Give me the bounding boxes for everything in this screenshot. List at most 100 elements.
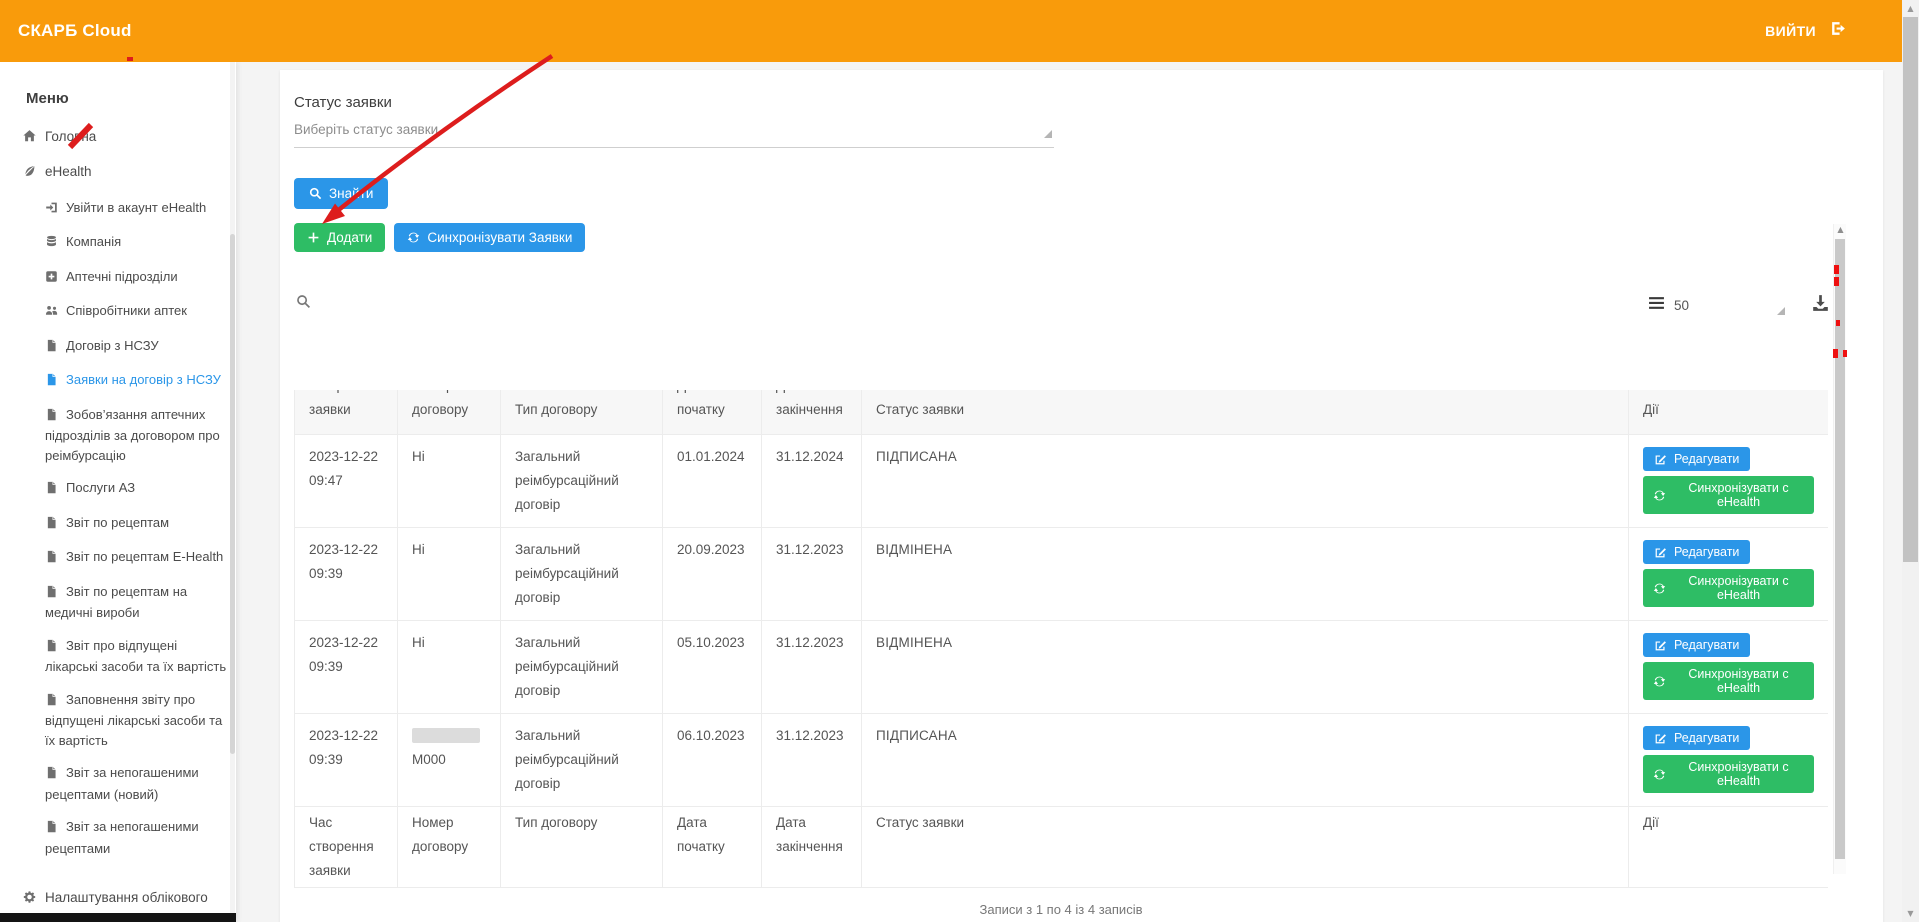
edit-button[interactable]: Редагувати: [1643, 633, 1750, 657]
status-value: ПІДПИСАНА: [876, 728, 957, 743]
sidebar-item-recipes-report-medical[interactable]: Звіт по рецептам на медичні вироби: [0, 582, 236, 623]
sidebar-item-label: Звіт за непогашеними рецептами (новий): [45, 765, 199, 802]
redaction-box: [412, 728, 480, 743]
column-footer: Дії: [1629, 807, 1829, 888]
column-header[interactable]: Номер договору: [398, 390, 501, 435]
gear-icon: [22, 890, 37, 910]
sidebar-item-label: Компанія: [66, 234, 121, 249]
sidebar-item-ehealth-login[interactable]: Увійти в акаунт eHealth: [0, 198, 236, 220]
users-icon: [45, 303, 58, 323]
panel-scrollbar: ▲: [1833, 224, 1846, 874]
column-footer: Тип договору: [501, 807, 663, 888]
records-info: Записи з 1 по 4 із 4 записів: [294, 902, 1828, 917]
sidebar-item-dispensed-drugs-report[interactable]: Звіт про відпущені лікарські засоби та ї…: [0, 636, 236, 677]
cell-status: ПІДПИСАНА: [862, 435, 1629, 528]
edit-icon: [1654, 639, 1667, 652]
add-button[interactable]: Додати: [294, 223, 385, 252]
file-icon: [45, 765, 58, 785]
table-row: 2023-12-22 09:47НіЗагальний реімбурсацій…: [295, 435, 1829, 528]
sidebar-item-label: Звіт про відпущені лікарські засоби та ї…: [45, 638, 226, 675]
edit-button[interactable]: Редагувати: [1643, 540, 1750, 564]
column-header[interactable]: Дата закінчення: [762, 390, 862, 435]
sidebar-item-unredeemed-recipes[interactable]: Звіт за непогашеними рецептами: [0, 817, 236, 858]
cell-contract-type: Загальний реімбурсаційний договір: [501, 435, 663, 528]
cell-date-start: 01.01.2024: [663, 435, 762, 528]
logout-button[interactable]: ВИЙТИ: [1765, 20, 1847, 42]
sidebar-item-nszu-contract[interactable]: Договір з НСЗУ: [0, 336, 236, 358]
page: СКАРБ Cloud ВИЙТИ Меню ГоловнаeHealthУві…: [0, 0, 1919, 922]
page-length-select[interactable]: 50: [1674, 298, 1689, 313]
logout-label: ВИЙТИ: [1765, 23, 1816, 39]
sidebar-item-obligations[interactable]: Зобов’язання аптечних підрозділів за дог…: [0, 405, 236, 466]
sidebar-scrollbar-thumb[interactable]: [230, 234, 235, 754]
sidebar-item-label: Звіт за непогашеними рецептами: [45, 819, 199, 856]
status-value: ПІДПИСАНА: [876, 449, 957, 464]
sync-requests-button-label: Синхронізувати Заявки: [427, 230, 572, 245]
column-list-icon[interactable]: [1648, 296, 1665, 316]
cell-date-end: 31.12.2023: [762, 714, 862, 807]
sidebar-item-recipes-report-ehealth[interactable]: Звіт по рецептам E-Health: [0, 547, 236, 569]
sidebar-item-dispensed-drugs-fill[interactable]: Заповнення звіту про відпущені лікарські…: [0, 690, 236, 751]
edit-icon: [1654, 453, 1667, 466]
cell-date-end: 31.12.2023: [762, 621, 862, 714]
sidebar: Меню ГоловнаeHealthУвійти в акаунт eHeal…: [0, 62, 236, 922]
sidebar-item-pharmacy-units[interactable]: Аптечні підрозділи: [0, 267, 236, 289]
sidebar-item-az-services[interactable]: Послуги АЗ: [0, 478, 236, 500]
cell-date-start: 05.10.2023: [663, 621, 762, 714]
column-header[interactable]: Час створення заявки: [295, 390, 398, 435]
column-header[interactable]: Тип договору: [501, 390, 663, 435]
file-icon: [45, 819, 58, 839]
sidebar-item-home[interactable]: Головна: [0, 127, 236, 149]
column-header[interactable]: Дата початку: [663, 390, 762, 435]
sidebar-item-label: Заявки на договір з НСЗУ: [66, 372, 221, 387]
file-icon: [45, 407, 58, 427]
sidebar-item-company[interactable]: Компанія: [0, 232, 236, 254]
plus-square-icon: [45, 269, 58, 289]
column-header[interactable]: Дії: [1629, 390, 1829, 435]
page-scrollbar-thumb[interactable]: [1903, 17, 1918, 562]
sign-in-icon: [45, 200, 58, 220]
panel-scrollbar-thumb[interactable]: [1835, 239, 1845, 859]
column-header[interactable]: Статус заявки: [862, 390, 1629, 435]
file-icon: [45, 549, 58, 569]
sidebar-item-unredeemed-recipes-new[interactable]: Звіт за непогашеними рецептами (новий): [0, 763, 236, 804]
sidebar-item-recipes-report[interactable]: Звіт по рецептам: [0, 513, 236, 535]
sync-requests-button[interactable]: Синхронізувати Заявки: [394, 223, 585, 252]
panel-scrollbar-up-icon[interactable]: ▲: [1834, 225, 1847, 234]
cell-contract-number: М000: [398, 714, 501, 807]
cell-created: 2023-12-22 09:39: [295, 714, 398, 807]
column-footer: Дата закінчення: [762, 807, 862, 888]
sidebar-item-nszu-contract-requests[interactable]: Заявки на договір з НСЗУ: [0, 370, 236, 392]
file-icon: [45, 515, 58, 535]
select-grip-icon: [1044, 130, 1052, 138]
app-logo: СКАРБ Cloud: [18, 21, 132, 41]
cell-contract-number: Ні: [398, 435, 501, 528]
page-scrollbar-up-icon[interactable]: ▲: [1902, 4, 1919, 13]
sync-icon: [407, 231, 420, 244]
table-search-input[interactable]: [296, 294, 311, 314]
sync-ehealth-button[interactable]: Синхронізувати с eHealth: [1643, 755, 1814, 793]
edit-button[interactable]: Редагувати: [1643, 447, 1750, 471]
file-icon: [45, 638, 58, 658]
content-card: Статус заявки Виберіть статус заявки Зна…: [280, 70, 1883, 922]
status-filter-select[interactable]: Виберіть статус заявки: [294, 121, 1054, 148]
page-scrollbar-down-icon[interactable]: ▼: [1902, 909, 1919, 918]
download-icon[interactable]: [1811, 294, 1830, 317]
logout-icon: [1830, 20, 1847, 42]
sidebar-item-label: Договір з НСЗУ: [66, 338, 159, 353]
edit-icon: [1654, 732, 1667, 745]
sync-ehealth-button[interactable]: Синхронізувати с eHealth: [1643, 662, 1814, 700]
status-value: ВІДМІНЕНА: [876, 542, 952, 557]
edit-button[interactable]: Редагувати: [1643, 726, 1750, 750]
cell-contract-type: Загальний реімбурсаційний договір: [501, 528, 663, 621]
find-button[interactable]: Знайти: [294, 178, 388, 209]
sidebar-item-ehealth[interactable]: eHealth: [0, 162, 236, 184]
sidebar-item-label: eHealth: [45, 164, 92, 179]
sync-ehealth-button[interactable]: Синхронізувати с eHealth: [1643, 569, 1814, 607]
sidebar-item-pharmacy-staff[interactable]: Співробітники аптек: [0, 301, 236, 323]
sidebar-item-label: Головна: [45, 129, 96, 144]
add-button-label: Додати: [327, 230, 372, 245]
table-controls-row: 50: [294, 294, 1883, 316]
sync-ehealth-button[interactable]: Синхронізувати с eHealth: [1643, 476, 1814, 514]
sync-icon: [1653, 489, 1666, 502]
